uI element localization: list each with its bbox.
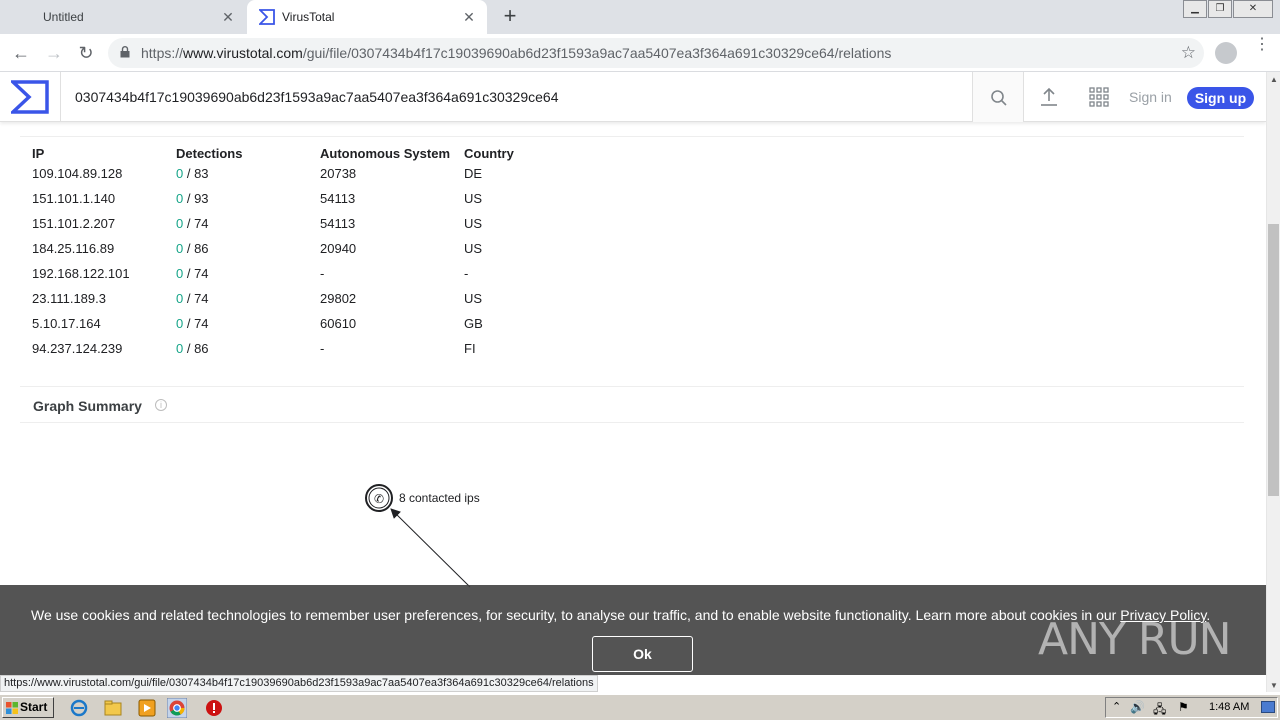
phone-icon: ✆ <box>374 492 384 506</box>
search-button[interactable] <box>972 72 1024 122</box>
status-url: https://www.virustotal.com/gui/file/0307… <box>0 675 598 692</box>
graph-node-label: 8 contacted ips <box>399 491 480 505</box>
chrome-icon[interactable] <box>167 698 187 718</box>
watermark-text: ANY RUN <box>1038 614 1232 665</box>
tab-untitled[interactable]: Untitled ✕ <box>0 0 246 34</box>
system-tray: ⌃ 🔊 🖧 ⚑ 1:48 AM <box>1105 697 1278 718</box>
forward-icon[interactable]: → <box>43 42 65 64</box>
cookie-message: We use cookies and related technologies … <box>31 607 1211 623</box>
file-explorer-icon[interactable] <box>104 699 122 717</box>
browser-tabbar: Untitled ✕ VirusTotal ✕ + ▁ ❐ ✕ <box>0 0 1280 34</box>
action-center-flag-icon[interactable]: ⚑ <box>1178 700 1189 714</box>
url-text: https://www.virustotal.com/gui/file/0307… <box>141 45 892 61</box>
restore-icon[interactable]: ❐ <box>1208 0 1232 18</box>
start-button[interactable]: Start <box>2 697 54 718</box>
tab-title: VirusTotal <box>282 10 335 24</box>
media-player-icon[interactable] <box>138 699 156 717</box>
reload-icon[interactable]: ↻ <box>75 42 97 64</box>
browser-toolbar: ← → ↻ https://www.virustotal.com/gui/fil… <box>0 34 1280 72</box>
search-icon <box>991 90 1007 106</box>
apps-grid-icon[interactable] <box>1089 87 1109 107</box>
windows-taskbar: Start ⌃ 🔊 🖧 ⚑ 1:48 AM <box>0 694 1280 720</box>
internet-explorer-icon[interactable] <box>70 699 88 717</box>
contacted-ips-node[interactable]: ✆ <box>365 484 393 512</box>
graph-edge <box>390 508 471 588</box>
close-window-icon[interactable]: ✕ <box>1233 0 1273 18</box>
graph-summary-canvas[interactable]: ✆ <box>20 122 1244 592</box>
upload-icon[interactable] <box>1038 86 1060 108</box>
search-query: 0307434b4f17c19039690ab6d23f1593a9ac7aa5… <box>75 89 559 105</box>
virustotal-favicon-icon <box>259 9 275 25</box>
back-icon[interactable]: ← <box>10 42 32 64</box>
scroll-up-icon[interactable]: ▲ <box>1270 75 1278 84</box>
close-tab-icon[interactable]: ✕ <box>461 9 477 25</box>
windows-flag-icon <box>6 702 18 714</box>
tab-virustotal[interactable]: VirusTotal ✕ <box>247 0 487 34</box>
virustotal-logo-icon[interactable] <box>11 80 49 114</box>
scroll-down-icon[interactable]: ▼ <box>1270 681 1278 690</box>
minimize-icon[interactable]: ▁ <box>1183 0 1207 18</box>
volume-icon[interactable]: 🔊 <box>1130 700 1145 714</box>
page-scrollbar[interactable]: ▲ ▼ <box>1266 72 1280 692</box>
show-desktop-icon[interactable] <box>1261 701 1275 713</box>
relations-content: IP Detections Autonomous System Country … <box>20 122 1244 592</box>
sign-up-button[interactable]: Sign up <box>1187 87 1254 109</box>
bookmark-star-icon[interactable]: ☆ <box>1181 43 1196 63</box>
clock: 1:48 AM <box>1209 701 1250 713</box>
antivirus-icon[interactable] <box>205 699 223 717</box>
new-tab-button[interactable]: + <box>499 5 521 28</box>
cookie-ok-button[interactable]: Ok <box>592 636 693 672</box>
tab-title: Untitled <box>43 10 84 24</box>
vt-search-input[interactable]: 0307434b4f17c19039690ab6d23f1593a9ac7aa5… <box>60 72 972 122</box>
lock-icon <box>120 46 130 58</box>
sign-in-link[interactable]: Sign in <box>1129 89 1172 105</box>
browser-menu-icon[interactable]: ⋮ <box>1254 37 1270 63</box>
tray-expand-icon[interactable]: ⌃ <box>1112 700 1121 713</box>
address-bar[interactable]: https://www.virustotal.com/gui/file/0307… <box>108 38 1204 68</box>
network-icon[interactable]: 🖧 <box>1153 700 1166 720</box>
profile-avatar-icon[interactable] <box>1215 42 1237 64</box>
vt-header: 0307434b4f17c19039690ab6d23f1593a9ac7aa5… <box>0 72 1266 122</box>
scrollbar-thumb[interactable] <box>1268 224 1279 496</box>
close-tab-icon[interactable]: ✕ <box>220 9 236 25</box>
